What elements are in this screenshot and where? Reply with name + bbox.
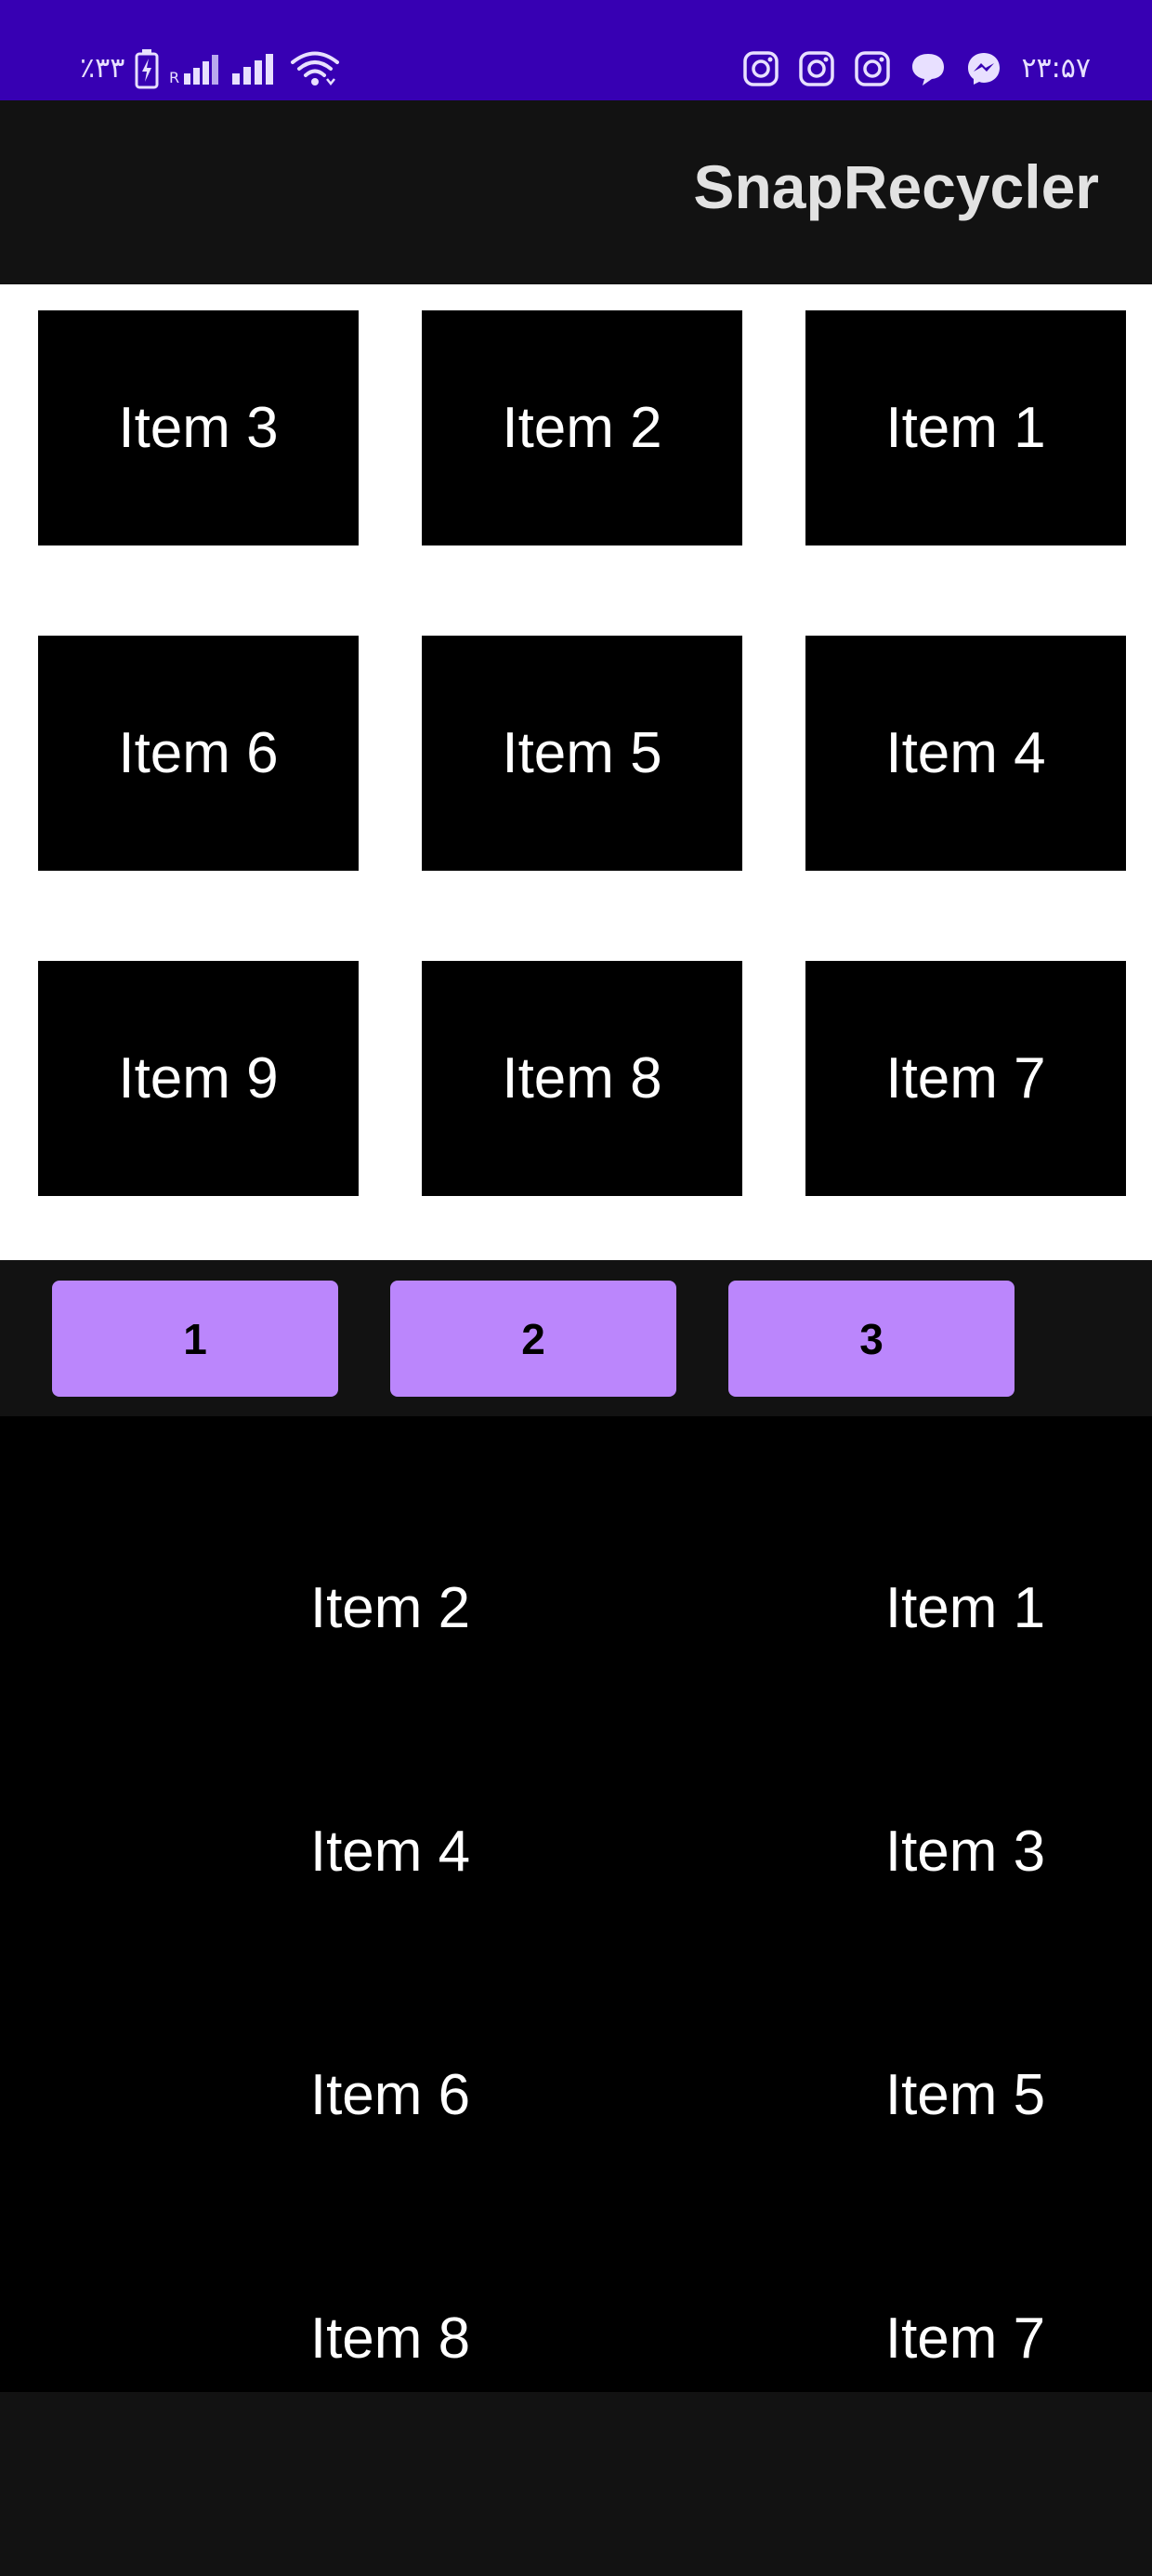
list-item[interactable]: Item 6 <box>204 2048 576 2141</box>
grid-item[interactable]: Item 5 <box>422 636 742 871</box>
item-list[interactable]: Item 2 Item 1 Item 4 Item 3 Item 6 Item … <box>0 1416 1152 2392</box>
list-item[interactable]: Item 1 <box>779 1561 1151 1654</box>
status-bar: ٪۳۳ R ۲۳:۵۷ <box>0 0 1152 100</box>
svg-text:R: R <box>169 69 179 85</box>
page-1-button[interactable]: 1 <box>52 1281 338 1397</box>
list-item[interactable]: Item 3 <box>779 1805 1151 1898</box>
grid-item[interactable]: Item 9 <box>38 961 359 1196</box>
instagram-icon <box>798 50 835 87</box>
grid-item[interactable]: Item 3 <box>38 310 359 545</box>
app-bar: SnapRecycler <box>0 100 1152 284</box>
signal-icon <box>230 53 281 85</box>
list-item[interactable]: Item 8 <box>204 2292 576 2385</box>
grid-item[interactable]: Item 7 <box>805 961 1126 1196</box>
status-left-group: ٪۳۳ R <box>80 41 340 97</box>
battery-percent: ٪۳۳ <box>80 52 125 85</box>
list-item[interactable]: Item 4 <box>204 1805 576 1898</box>
status-right-group: ۲۳:۵۷ <box>742 41 1091 97</box>
status-time: ۲۳:۵۷ <box>1021 52 1091 85</box>
messenger-icon <box>965 50 1002 87</box>
page-3-button[interactable]: 3 <box>728 1281 1015 1397</box>
instagram-icon <box>742 50 779 87</box>
page-2-button[interactable]: 2 <box>390 1281 676 1397</box>
instagram-icon <box>854 50 891 87</box>
page-button-row: 1 2 3 <box>0 1260 1152 1416</box>
grid-item[interactable]: Item 8 <box>422 961 742 1196</box>
list-item[interactable]: Item 2 <box>204 1561 576 1654</box>
list-item[interactable]: Item 5 <box>779 2048 1151 2141</box>
signal-r-icon: R <box>169 53 221 85</box>
bottom-empty-area <box>0 2392 1152 2576</box>
item-grid[interactable]: Item 3 Item 2 Item 1 Item 6 Item 5 Item … <box>0 284 1152 1260</box>
list-item[interactable]: Item 7 <box>779 2292 1151 2385</box>
grid-item[interactable]: Item 1 <box>805 310 1126 545</box>
wifi-icon <box>290 50 340 87</box>
grid-item[interactable]: Item 4 <box>805 636 1126 871</box>
chat-bubble-icon <box>910 50 947 87</box>
battery-charging-icon <box>134 48 160 89</box>
grid-item[interactable]: Item 6 <box>38 636 359 871</box>
grid-item[interactable]: Item 2 <box>422 310 742 545</box>
app-title: SnapRecycler <box>693 152 1099 221</box>
